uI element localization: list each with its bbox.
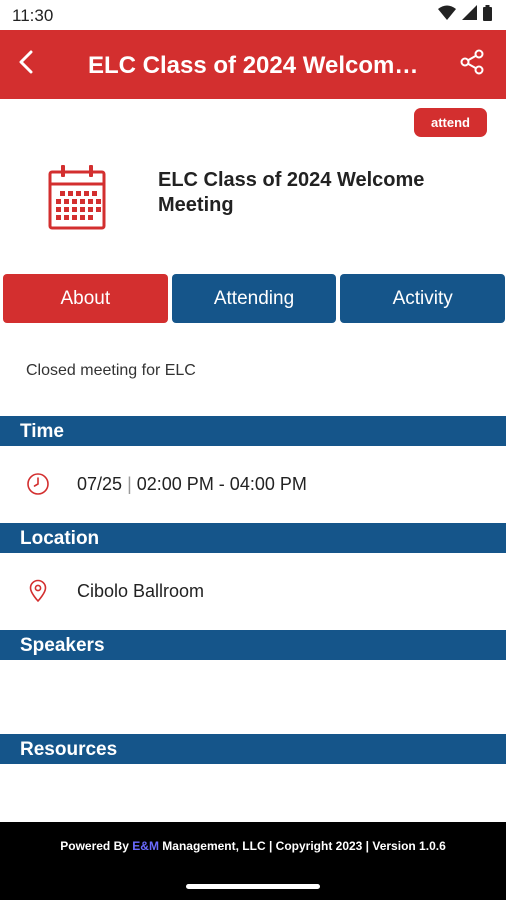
wifi-icon	[438, 5, 456, 25]
event-title: ELC Class of 2024 Welcome Meeting	[158, 169, 425, 216]
footer-suffix: Management, LLC | Copyright 2023 | Versi…	[158, 839, 446, 853]
section-header-resources: Resources	[0, 734, 506, 764]
event-description: Closed meeting for ELC	[26, 362, 196, 379]
time-separator: |	[127, 473, 132, 494]
attend-button[interactable]: attend	[414, 108, 487, 137]
share-icon	[459, 49, 485, 80]
footer-text: Powered By E&M Management, LLC | Copyrig…	[0, 839, 506, 853]
location-row: Cibolo Ballroom	[26, 579, 204, 603]
chevron-left-icon	[18, 50, 34, 79]
tab-attending[interactable]: Attending	[171, 274, 337, 323]
signal-icon	[462, 5, 477, 25]
footer: Powered By E&M Management, LLC | Copyrig…	[0, 822, 506, 900]
section-header-speakers: Speakers	[0, 630, 506, 660]
map-pin-icon	[26, 579, 50, 603]
app-bar: ELC Class of 2024 Welcome Meeting	[0, 30, 506, 99]
page-title: ELC Class of 2024 Welcome Meeting	[88, 52, 428, 79]
tab-about[interactable]: About	[3, 274, 168, 323]
section-header-location: Location	[0, 523, 506, 553]
time-date: 07/25	[77, 473, 123, 494]
section-header-time: Time	[0, 416, 506, 446]
battery-icon	[483, 4, 492, 26]
time-row: 07/25 | 02:00 PM - 04:00 PM	[26, 472, 307, 496]
tab-bar: About Attending Activity	[3, 274, 506, 323]
footer-prefix: Powered By	[60, 839, 133, 853]
share-button[interactable]	[450, 42, 494, 86]
home-indicator[interactable]	[186, 884, 320, 889]
status-bar: 11:30	[0, 0, 506, 30]
tab-activity[interactable]: Activity	[340, 274, 506, 323]
calendar-icon	[48, 164, 106, 230]
location-name: Cibolo Ballroom	[77, 580, 205, 601]
footer-brand-link[interactable]: E&M	[132, 839, 159, 853]
status-icons	[438, 4, 492, 26]
back-button[interactable]	[4, 42, 48, 86]
clock-icon	[26, 472, 50, 496]
status-time: 11:30	[12, 6, 54, 25]
time-range: 02:00 PM - 04:00 PM	[136, 473, 307, 494]
